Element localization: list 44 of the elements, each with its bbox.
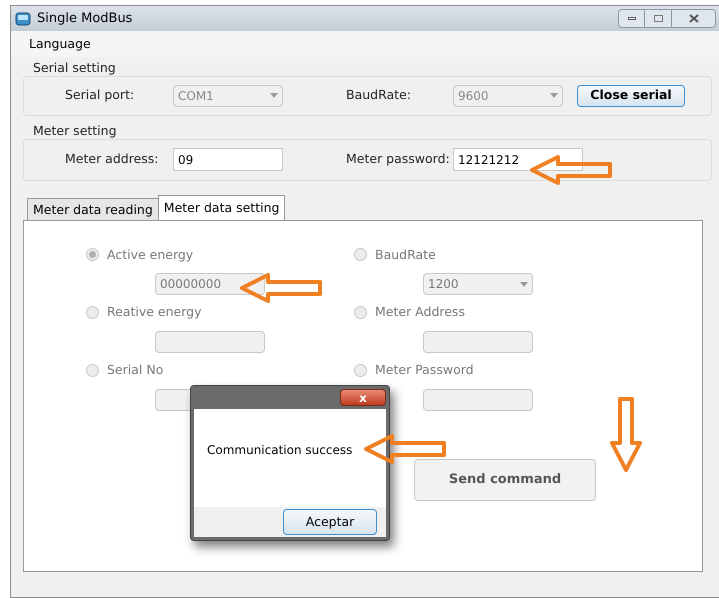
close-serial-button[interactable]: Close serial (577, 84, 685, 107)
field-label: Serial port: (65, 86, 136, 104)
option-label: BaudRate (375, 246, 436, 264)
radio-button[interactable] (354, 364, 367, 377)
dropdown-caret-icon (550, 93, 558, 98)
value-field[interactable] (423, 388, 533, 411)
radio-button[interactable] (86, 306, 99, 320)
tab[interactable]: Meter data setting (158, 194, 286, 220)
accept-button[interactable]: Aceptar (283, 509, 377, 535)
option-label: Active energy (107, 246, 194, 264)
window-title: Single ModBus (37, 10, 132, 28)
dialog-message: Communication success (206, 442, 354, 459)
field-label: BaudRate: (346, 86, 412, 104)
close-icon (688, 14, 698, 23)
minimize-button[interactable] (618, 9, 645, 28)
meter-address-field[interactable]: 09 (173, 148, 283, 171)
maximize-icon (654, 15, 662, 22)
option-label: Reative energy (107, 303, 202, 322)
dropdown-caret-icon (270, 93, 278, 98)
option-label: Serial No (107, 361, 164, 379)
value-field[interactable] (155, 331, 265, 353)
baudrate-select[interactable]: 1200 (423, 273, 533, 296)
dropdown-caret-icon (520, 282, 528, 287)
close-button[interactable] (672, 9, 716, 28)
maximize-button[interactable] (645, 9, 672, 28)
app-icon (15, 10, 31, 26)
value-field[interactable]: 00000000 (155, 273, 265, 296)
field-label: Meter password: (346, 150, 451, 168)
group-title: Meter setting (32, 122, 118, 140)
dialog-close-button[interactable]: x (340, 389, 386, 406)
meter-password-field[interactable]: 12121212 (453, 148, 583, 171)
option-label: Meter Address (375, 303, 465, 322)
send-command-button[interactable]: Send command (414, 458, 596, 501)
radio-button[interactable] (86, 364, 99, 377)
menu-item[interactable]: Language (29, 34, 91, 54)
radio-button[interactable] (86, 248, 99, 262)
radio-button[interactable] (354, 306, 367, 320)
minimize-icon (628, 17, 636, 20)
value-field[interactable] (423, 331, 533, 353)
tab[interactable]: Meter data reading (27, 198, 159, 220)
field-label: Meter address: (65, 150, 160, 168)
option-label: Meter Password (375, 361, 474, 379)
radio-button[interactable] (354, 248, 367, 262)
group-title: Serial setting (32, 59, 117, 77)
